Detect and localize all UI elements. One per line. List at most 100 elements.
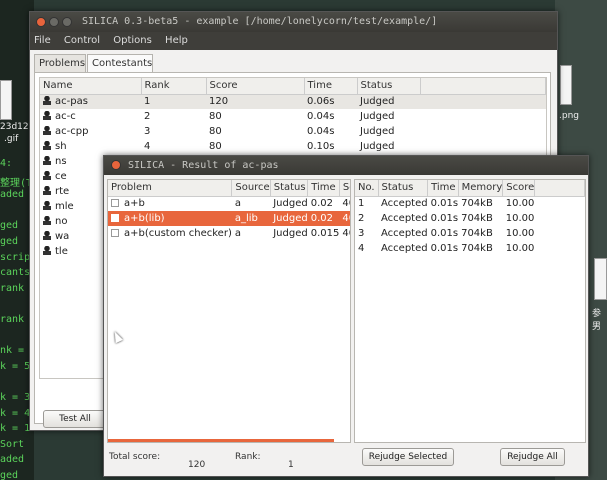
problem-status: Judged xyxy=(273,228,308,239)
contestant-status: Judged xyxy=(360,96,395,108)
tab-problems[interactable]: Problems xyxy=(34,54,86,72)
contestant-cell-status: Judged xyxy=(357,94,420,109)
problem-row[interactable]: a+b a Judged0.02 40 xyxy=(108,196,350,211)
case-memory: 704kB xyxy=(461,228,493,239)
contestant-cell-rank: 3 xyxy=(141,124,206,139)
case-no: 3 xyxy=(358,228,365,239)
case-no: 1 xyxy=(358,198,365,210)
contestant-cell-score: 80 xyxy=(206,139,304,154)
column-header[interactable]: Status xyxy=(378,180,429,197)
problem-row[interactable]: a+b(custom checker)a Judged0.01540 xyxy=(108,226,350,241)
contestant-status: Judged xyxy=(360,111,395,122)
problem-cell-time: 0.02 xyxy=(307,211,340,226)
problem-row[interactable]: a+b(lib) a_lib Judged0.02 40 xyxy=(108,211,350,226)
checkbox-icon[interactable] xyxy=(111,214,119,222)
case-row[interactable]: 1 Accepted 0.01s 704kB 10.00 xyxy=(355,196,585,211)
column-header[interactable]: No. xyxy=(355,180,379,197)
user-icon xyxy=(43,246,51,255)
contestant-name: ac-c xyxy=(55,111,76,122)
menu-options[interactable]: Options xyxy=(113,35,152,46)
contestant-status: Judged xyxy=(360,126,395,137)
cases-table: No. Status Time Memory Score 1 Accepted 0.01s 7… xyxy=(355,180,585,256)
contestant-row[interactable]: ac-pas 1 120 0.06s Judged xyxy=(40,94,546,109)
case-score: 10.00 xyxy=(505,243,535,254)
contestant-time: 0.06s xyxy=(307,96,335,108)
column-header[interactable]: Name xyxy=(40,78,142,95)
menu-file[interactable]: File xyxy=(34,35,51,46)
column-header[interactable]: Time xyxy=(427,180,459,197)
column-header[interactable]: Score xyxy=(502,180,536,197)
column-header[interactable]: Memory xyxy=(458,180,504,197)
contestant-name: mle xyxy=(55,201,74,212)
column-header[interactable]: Time xyxy=(307,180,340,197)
case-memory: 704kB xyxy=(461,243,493,254)
user-icon xyxy=(43,186,51,195)
menu-control[interactable]: Control xyxy=(64,35,100,46)
user-icon xyxy=(43,126,51,135)
problem-source: a_lib xyxy=(234,213,258,224)
contestant-cell-time: 0.04s xyxy=(304,124,357,139)
column-header[interactable]: Scor xyxy=(339,180,350,197)
terminal-line: k = 4 xyxy=(0,407,31,419)
menu-help[interactable]: Help xyxy=(165,35,188,46)
main-titlebar[interactable]: SILICA 0.3-beta5 - example [/home/lonely… xyxy=(30,12,557,32)
column-header[interactable]: Time xyxy=(304,78,358,95)
contestant-rank: 1 xyxy=(144,96,151,108)
problem-time: 0.015 xyxy=(310,228,340,239)
close-icon[interactable] xyxy=(36,17,46,27)
contestant-row[interactable]: sh 4 80 0.10s Judged xyxy=(40,139,546,154)
case-row[interactable]: 3 Accepted 0.01s 704kB 10.00 xyxy=(355,226,585,241)
desktop-file-icon[interactable] xyxy=(594,258,607,300)
column-header[interactable]: Rank xyxy=(141,78,207,95)
contestant-cell-name: sh xyxy=(40,139,141,154)
terminal-line: k = 5 xyxy=(0,360,31,372)
column-header[interactable]: Source xyxy=(231,180,271,197)
desktop-file-icon[interactable] xyxy=(0,80,12,120)
contestant-row[interactable]: ac-cpp 3 80 0.04s Judged xyxy=(40,124,546,139)
column-header[interactable]: Score xyxy=(206,78,305,95)
menu-bar: File Control Options Help xyxy=(30,32,557,50)
case-row[interactable]: 4 Accepted 0.01s 704kB 10.00 xyxy=(355,241,585,256)
terminal-line: cants xyxy=(0,267,31,279)
contestant-time: 0.10s xyxy=(307,141,335,152)
terminal-line: ged xyxy=(0,470,19,480)
row-filler xyxy=(420,109,546,124)
case-memory: 704kB xyxy=(461,198,493,210)
problem-cell-status: Judged xyxy=(270,196,307,211)
contestant-rank: 4 xyxy=(144,141,151,152)
checkbox-icon[interactable] xyxy=(111,199,119,208)
close-icon[interactable] xyxy=(111,160,121,170)
case-score: 10.00 xyxy=(505,198,535,210)
terminal-line: aded xyxy=(0,454,25,466)
contestant-name: wa xyxy=(55,231,70,242)
contestant-row[interactable]: ac-c 2 80 0.04s Judged xyxy=(40,109,546,124)
contestant-cell-status: Judged xyxy=(357,124,420,139)
minimize-icon[interactable] xyxy=(49,17,59,27)
problem-cell-source: a xyxy=(232,196,270,211)
terminal-line: 4: xyxy=(0,158,13,169)
column-header[interactable]: Status xyxy=(270,180,309,197)
checkbox-icon[interactable] xyxy=(111,229,119,237)
desktop-file-icon[interactable] xyxy=(560,65,572,105)
rejudge-selected-button[interactable]: Rejudge Selected xyxy=(362,448,454,466)
maximize-icon[interactable] xyxy=(62,17,72,27)
rejudge-all-button[interactable]: Rejudge All xyxy=(500,448,565,466)
contestant-cell-time: 0.10s xyxy=(304,139,357,154)
column-header[interactable]: Status xyxy=(357,78,421,95)
contestant-cell-score: 120 xyxy=(206,94,304,109)
tab-contestants[interactable]: Contestants xyxy=(87,54,153,73)
problems-scrollbar[interactable] xyxy=(108,439,334,442)
problem-time: 0.02 xyxy=(310,198,333,210)
contestant-name: ac-cpp xyxy=(55,126,89,137)
case-row[interactable]: 2 Accepted 0.01s 704kB 10.00 xyxy=(355,211,585,226)
column-header[interactable]: Problem xyxy=(108,180,233,197)
contestant-rank: 3 xyxy=(144,126,151,137)
contestant-cell-status: Judged xyxy=(357,139,420,154)
problem-cell-problem: a+b(lib) xyxy=(108,211,232,226)
test-all-button[interactable]: Test All xyxy=(43,410,107,428)
result-titlebar[interactable]: SILICA - Result of ac-pas xyxy=(104,156,588,175)
problem-problem: a+b(custom checker) xyxy=(124,228,232,239)
contestant-score: 80 xyxy=(209,111,222,122)
user-icon xyxy=(43,111,51,120)
row-filler xyxy=(420,139,546,154)
